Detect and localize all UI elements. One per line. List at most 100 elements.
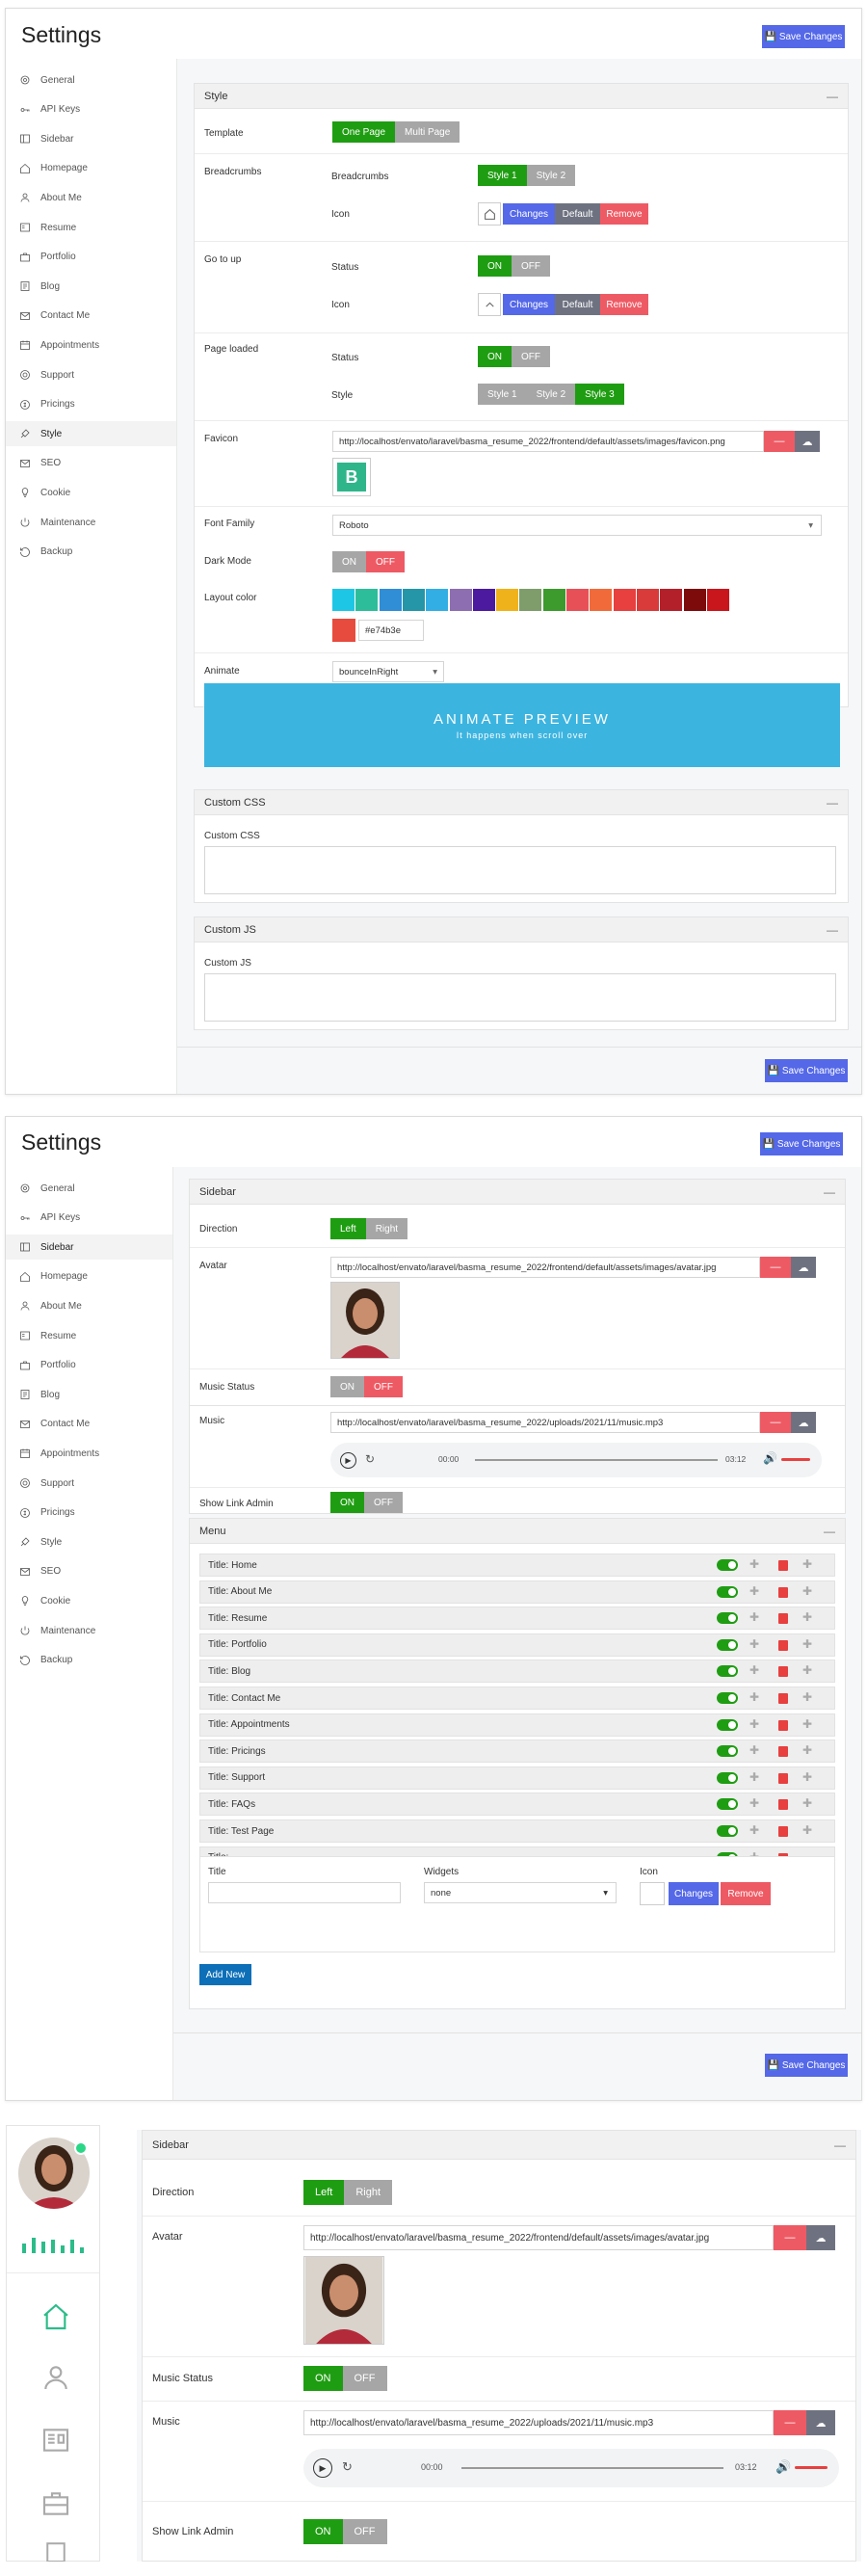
- menu-item-visibility-switch[interactable]: [717, 1585, 738, 1598]
- briefcase-icon[interactable]: [40, 2488, 71, 2519]
- off-option[interactable]: OFF: [342, 2366, 387, 2391]
- audio-progress-track[interactable]: [475, 1459, 718, 1461]
- selected-color-input[interactable]: #e74b3e: [358, 620, 424, 641]
- off-option[interactable]: OFF: [364, 1376, 403, 1397]
- direction-right[interactable]: Right: [365, 1218, 408, 1239]
- drag-handle-icon[interactable]: ✚: [749, 1584, 759, 1598]
- menu-item-visibility-switch[interactable]: [717, 1692, 738, 1704]
- drag-handle-icon[interactable]: ✚: [749, 1610, 759, 1624]
- menu-item-visibility-switch[interactable]: [717, 1798, 738, 1811]
- drag-handle-icon[interactable]: ✚: [749, 1690, 759, 1704]
- volume-slider[interactable]: [781, 1458, 810, 1461]
- menu-item-visibility-switch[interactable]: [717, 1665, 738, 1678]
- sidebar-item-homepage[interactable]: Homepage: [19, 163, 88, 174]
- expand-icon[interactable]: ✚: [802, 1663, 812, 1677]
- on-option[interactable]: ON: [303, 2366, 343, 2391]
- replay-icon[interactable]: ↻: [365, 1452, 375, 1466]
- trash-icon[interactable]: [778, 1693, 788, 1704]
- icon-changes-button[interactable]: Changes: [503, 203, 555, 225]
- icon-changes-button[interactable]: Changes: [503, 294, 555, 315]
- trash-icon[interactable]: [778, 1799, 788, 1811]
- menu-item-row[interactable]: Title: Home ✚ ✚: [199, 1554, 835, 1577]
- on-option[interactable]: ON: [303, 2519, 343, 2544]
- volume-icon[interactable]: 🔊: [775, 2459, 791, 2475]
- menu-item-visibility-switch[interactable]: [717, 1745, 738, 1758]
- icon-remove-button[interactable]: Remove: [600, 203, 648, 225]
- sidebar-item-blog[interactable]: Blog: [19, 280, 60, 292]
- sidebar-item-homepage[interactable]: Homepage: [19, 1271, 88, 1283]
- sidebar-item-seo[interactable]: SEO: [19, 458, 61, 469]
- color-swatch[interactable]: [402, 589, 425, 611]
- trash-icon[interactable]: [778, 1639, 788, 1651]
- volume-icon[interactable]: 🔊: [763, 1451, 777, 1465]
- collapse-icon[interactable]: —: [834, 2138, 846, 2152]
- save-changes-button-bottom[interactable]: 💾 Save Changes: [765, 1059, 848, 1082]
- drag-handle-icon[interactable]: ✚: [749, 1743, 759, 1757]
- expand-icon[interactable]: ✚: [802, 1637, 812, 1651]
- sidebar-item-resume[interactable]: Resume: [19, 1330, 76, 1341]
- sidebar-item-contact-me[interactable]: Contact Me: [19, 310, 90, 322]
- music-remove-icon[interactable]: —: [774, 2410, 806, 2435]
- music-remove-icon[interactable]: —: [760, 1412, 791, 1433]
- sidebar-item-contact-me[interactable]: Contact Me: [19, 1419, 90, 1430]
- book-icon[interactable]: [40, 2542, 71, 2562]
- save-changes-button-top[interactable]: 💾 Save Changes: [760, 1132, 843, 1155]
- sidebar-item-sidebar[interactable]: Sidebar: [19, 133, 73, 145]
- menu-item-row[interactable]: Title: Blog ✚ ✚: [199, 1660, 835, 1684]
- menu-form-widgets-select[interactable]: none ▾: [424, 1882, 617, 1903]
- trash-icon[interactable]: [778, 1826, 788, 1837]
- selected-color-swatch[interactable]: [332, 619, 355, 642]
- sidebar-item-portfolio[interactable]: Portfolio: [19, 1360, 76, 1371]
- color-swatch[interactable]: [660, 589, 683, 611]
- music-upload-icon[interactable]: ☁: [806, 2410, 835, 2435]
- menu-item-visibility-switch[interactable]: [717, 1638, 738, 1651]
- save-changes-button-bottom[interactable]: 💾 Save Changes: [765, 2054, 848, 2077]
- sidebar-item-pricings[interactable]: Pricings: [19, 1507, 75, 1519]
- avatar-upload-icon[interactable]: ☁: [791, 1257, 816, 1278]
- music-equalizer-icon[interactable]: [22, 2238, 88, 2253]
- avatar-remove-icon[interactable]: —: [774, 2225, 806, 2250]
- on-option[interactable]: ON: [330, 1492, 364, 1513]
- sidebar-item-cookie[interactable]: Cookie: [19, 487, 70, 498]
- sidebar-item-about-me[interactable]: About Me: [19, 1300, 82, 1312]
- expand-icon[interactable]: ✚: [802, 1770, 812, 1784]
- drag-handle-icon[interactable]: ✚: [749, 1637, 759, 1651]
- menu-item-visibility-switch[interactable]: [717, 1612, 738, 1625]
- resume-icon[interactable]: [40, 2425, 71, 2456]
- color-swatch[interactable]: [613, 589, 636, 611]
- on-option[interactable]: ON: [478, 255, 512, 277]
- collapse-icon[interactable]: —: [827, 796, 838, 810]
- drag-handle-icon[interactable]: ✚: [749, 1796, 759, 1810]
- color-swatch[interactable]: [519, 589, 542, 611]
- expand-icon[interactable]: ✚: [802, 1557, 812, 1571]
- breadcrumbs-style-2[interactable]: Style 2: [526, 165, 576, 186]
- trash-icon[interactable]: [778, 1719, 788, 1731]
- animate-select[interactable]: bounceInRight ▾: [332, 661, 444, 682]
- sidebar-item-style[interactable]: Style: [19, 1536, 62, 1548]
- icon-changes-button[interactable]: Changes: [669, 1882, 719, 1905]
- trash-icon[interactable]: [778, 1666, 788, 1678]
- sidebar-item-seo[interactable]: SEO: [19, 1566, 61, 1578]
- color-swatch[interactable]: [332, 589, 355, 611]
- sidebar-item-blog[interactable]: Blog: [19, 1389, 60, 1400]
- off-option[interactable]: OFF: [364, 1492, 403, 1513]
- color-swatch[interactable]: [472, 589, 495, 611]
- menu-item-visibility-switch[interactable]: [717, 1559, 738, 1571]
- sidebar-item-portfolio[interactable]: Portfolio: [19, 252, 76, 263]
- color-swatch[interactable]: [379, 589, 402, 611]
- trash-icon[interactable]: [778, 1586, 788, 1598]
- template-one-page[interactable]: One Page: [332, 121, 396, 143]
- menu-item-row[interactable]: Title: Contact Me ✚ ✚: [199, 1686, 835, 1710]
- color-swatch[interactable]: [566, 589, 589, 611]
- menu-item-visibility-switch[interactable]: [717, 1771, 738, 1784]
- trash-icon[interactable]: [778, 1560, 788, 1571]
- color-swatch[interactable]: [355, 589, 379, 611]
- sidebar-item-appointments[interactable]: Appointments: [19, 1447, 99, 1459]
- favicon-remove-icon[interactable]: —: [764, 431, 795, 452]
- page-loaded-style-2[interactable]: Style 2: [526, 384, 576, 405]
- expand-icon[interactable]: ✚: [802, 1823, 812, 1837]
- sidebar-item-api-keys[interactable]: API Keys: [19, 1212, 80, 1224]
- off-option[interactable]: OFF: [342, 2519, 387, 2544]
- menu-item-row[interactable]: Title: Resume ✚ ✚: [199, 1607, 835, 1631]
- avatar-url-input[interactable]: http://localhost/envato/laravel/basma_re…: [303, 2225, 774, 2250]
